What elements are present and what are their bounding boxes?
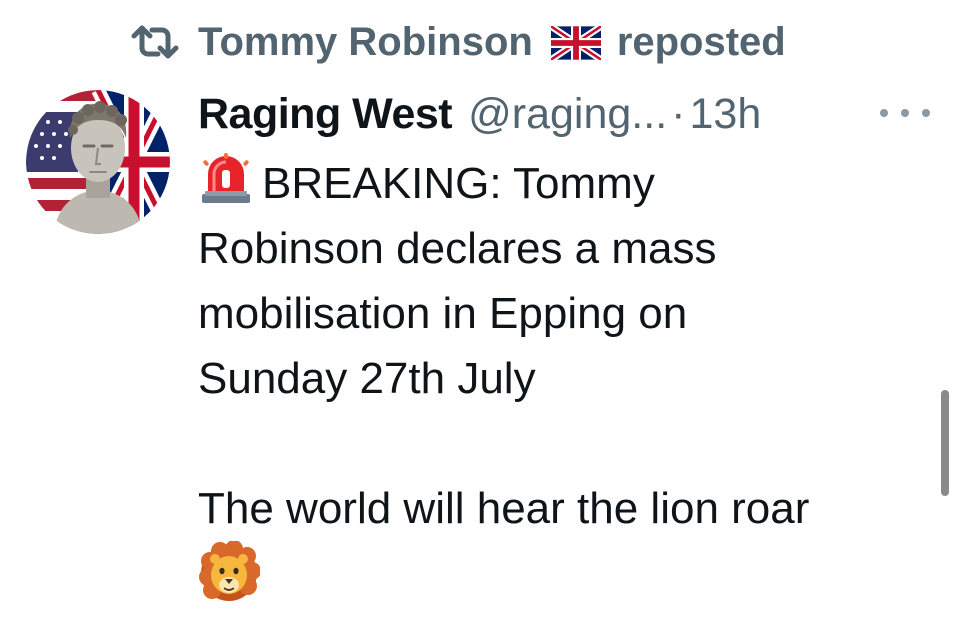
more-dot [901,109,909,117]
tweet-line-4: Sunday 27th July [198,354,536,403]
user-handle[interactable]: @raging... [468,90,667,139]
lion-emoji-icon [198,540,261,603]
separator-dot: · [671,89,686,138]
display-name[interactable]: Raging West [198,90,453,139]
vertical-scrollbar[interactable] [941,390,949,496]
repost-icon [128,20,182,64]
tweet-line-3: mobilisation in Epping on [198,289,688,338]
tweet-header: Raging West @raging... · 13h [198,84,761,144]
paragraph-break [198,411,928,476]
tweet-line-2: Robinson declares a mass [198,224,717,273]
more-dot [922,109,930,117]
tweet-line-5: The world will hear the lion roar [198,484,810,533]
uk-flag-icon [548,23,603,63]
siren-emoji-icon [198,150,254,206]
avatar[interactable] [26,90,170,234]
more-options-icon[interactable] [880,100,930,126]
repost-label: reposted [616,19,786,64]
tweet-line-1: BREAKING: Tommy [262,159,655,208]
reposter-name[interactable]: Tommy Robinson [198,20,533,65]
tweet-text: BREAKING: Tommy Robinson declares a mass… [198,150,928,607]
repost-indicator[interactable]: Tommy Robinson reposted [128,14,786,70]
tweet-line: BREAKING: Tommy [198,150,928,216]
more-dot [880,109,888,117]
tweet-line-6 [198,540,928,607]
timestamp[interactable]: 13h [689,90,761,139]
